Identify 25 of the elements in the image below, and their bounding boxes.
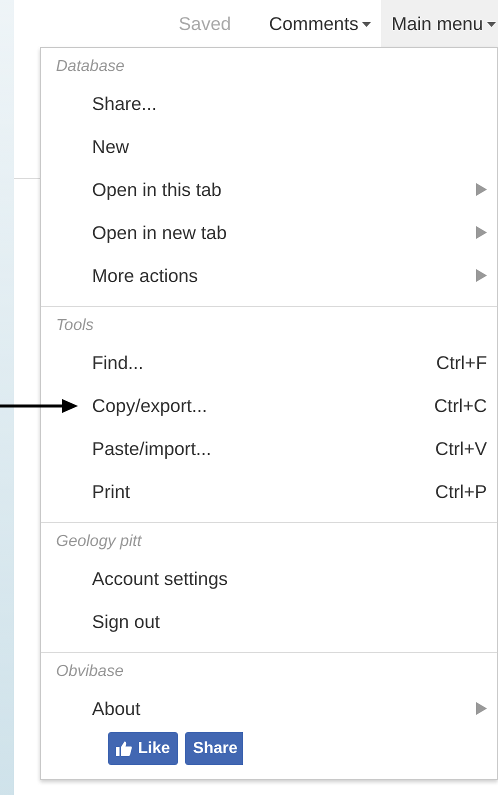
menu-item[interactable]: About	[41, 687, 497, 730]
menu-item[interactable]: More actions	[41, 254, 497, 297]
section-header: Obvibase	[55, 662, 125, 682]
section-header: Tools	[55, 316, 95, 336]
menu-item[interactable]: New	[41, 125, 497, 168]
menu-item[interactable]: Paste/import... Ctrl+V	[41, 427, 497, 470]
section-header: Geology pitt	[55, 532, 143, 552]
menu-button[interactable]: Comments	[259, 0, 382, 47]
like-button[interactable]: Like	[108, 732, 178, 765]
save-status: Saved	[178, 12, 232, 34]
menu-item[interactable]: Copy/export... Ctrl+C	[41, 384, 497, 427]
share-button[interactable]: Share	[185, 732, 244, 765]
shortcut-label: Ctrl+C	[434, 394, 487, 416]
menu-item[interactable]: Open in new tab	[41, 211, 497, 254]
menu-item[interactable]: Find... Ctrl+F	[41, 341, 497, 384]
shortcut-label: Ctrl+P	[435, 480, 487, 502]
shortcut-label: Ctrl+V	[435, 438, 487, 460]
menu-item[interactable]: Sign out	[41, 600, 497, 643]
menu-item[interactable]: Print Ctrl+P	[41, 470, 497, 513]
menu-item[interactable]: Open in this tab	[41, 168, 497, 211]
menu-button[interactable]: Main menu	[381, 0, 498, 47]
menu-item[interactable]: Account settings	[41, 557, 497, 600]
shortcut-label: Ctrl+F	[436, 352, 487, 374]
menu-item[interactable]: Share...	[41, 82, 497, 125]
section-header: Database	[55, 57, 126, 77]
